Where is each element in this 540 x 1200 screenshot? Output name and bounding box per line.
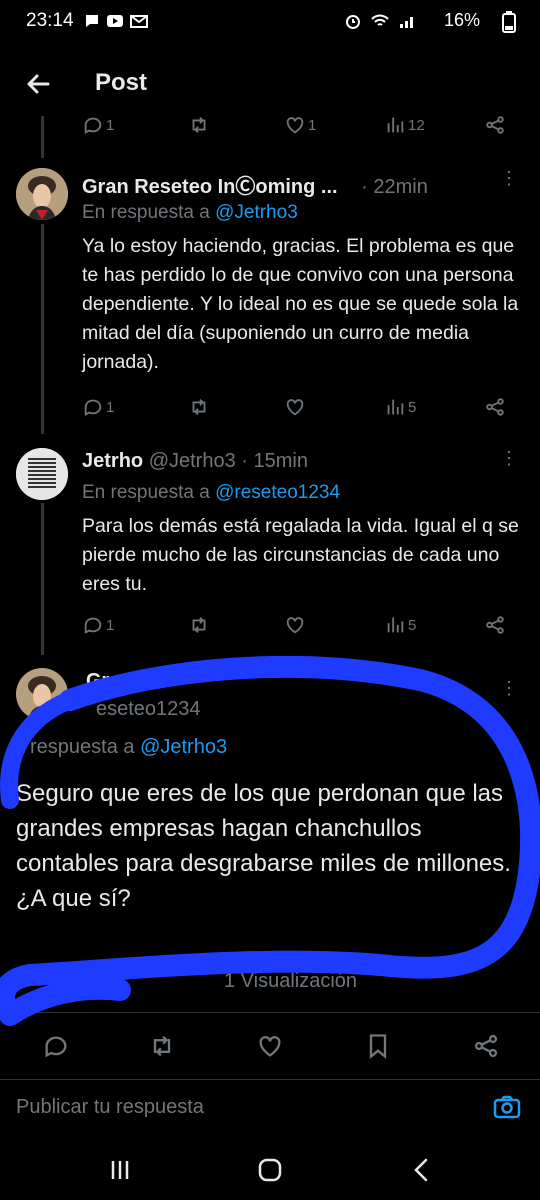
back-arrow-icon[interactable] — [22, 68, 54, 100]
status-time: 23:14 — [26, 10, 74, 31]
like-button[interactable]: 1 — [284, 114, 316, 136]
views-button[interactable]: 5 — [384, 614, 416, 636]
views-icon — [387, 617, 404, 633]
share-icon — [486, 616, 504, 634]
avatar[interactable] — [16, 168, 68, 220]
post-header: Post — [0, 52, 540, 116]
retweet-icon — [192, 117, 206, 133]
retweet-icon — [192, 617, 206, 633]
author-handle-row: eseteo1234 — [96, 698, 201, 721]
more-options-icon[interactable]: ⋮ — [500, 678, 518, 699]
thread-line — [41, 503, 44, 655]
more-options-icon[interactable]: ⋮ — [500, 448, 518, 469]
home-icon[interactable] — [256, 1156, 284, 1184]
back-icon[interactable] — [408, 1156, 436, 1184]
heart-icon — [286, 617, 304, 634]
divider — [0, 1012, 540, 1013]
message-icon — [86, 15, 98, 27]
system-icons — [344, 12, 416, 30]
share-button[interactable] — [484, 614, 506, 636]
author-handle[interactable]: @Jetrho3 — [149, 450, 236, 472]
tweet-time: · 15min — [241, 450, 308, 472]
retweet-button[interactable] — [188, 114, 210, 136]
reply-context: En respuesta a @Jetrho3 — [82, 202, 298, 223]
more-options-icon[interactable]: ⋮ — [500, 168, 518, 189]
page-title: Post — [95, 69, 148, 96]
reply-context: respuesta a @Jetrho3 — [30, 736, 228, 758]
tweet-header: Gran Reseteo InⒸoming ... · 22min — [82, 170, 428, 199]
heart-icon — [286, 399, 304, 416]
views-button[interactable]: 12 — [384, 114, 425, 136]
tweet-time: · 22min — [361, 176, 428, 198]
wifi-icon — [371, 14, 389, 26]
tweet-header: Jetrho @Jetrho3 · 15min — [82, 450, 308, 473]
status-bar: 23:14 16% — [0, 0, 540, 44]
tweet-header: Gran — [86, 670, 133, 693]
heart-icon — [286, 117, 304, 134]
striped-avatar-icon — [16, 448, 68, 500]
reply-icon[interactable] — [42, 1032, 70, 1060]
author-name[interactable]: Gran Reseteo InⒸoming ... — [82, 176, 338, 198]
reply-context: En respuesta a @reseteo1234 — [82, 482, 341, 503]
mention-link[interactable]: @Jetrho3 — [215, 202, 298, 223]
portrait-avatar-icon — [16, 168, 68, 220]
like-button[interactable] — [284, 396, 306, 418]
views-button[interactable]: 5 — [384, 396, 416, 418]
recent-apps-icon[interactable] — [106, 1156, 134, 1184]
reply-composer[interactable]: Publicar tu respuesta — [0, 1079, 540, 1136]
thread-line — [41, 116, 44, 158]
reply-icon — [84, 117, 102, 134]
thread-line — [41, 224, 44, 434]
notification-icons — [84, 13, 148, 29]
mention-link[interactable]: @reseteo1234 — [215, 482, 340, 503]
views-icon — [387, 117, 404, 133]
main-tweet-actions — [0, 1024, 540, 1068]
share-button[interactable] — [484, 396, 506, 418]
reply-button[interactable]: 1 — [82, 396, 114, 418]
camera-icon[interactable] — [492, 1092, 522, 1122]
bookmark-icon[interactable] — [364, 1032, 392, 1060]
tweet-text: Seguro que eres de los que perdonan que … — [16, 780, 511, 912]
retweet-button[interactable] — [188, 614, 210, 636]
portrait-avatar-icon — [16, 668, 68, 720]
avatar[interactable] — [16, 448, 68, 500]
reply-button[interactable]: 1 — [82, 614, 114, 636]
share-button[interactable] — [484, 114, 506, 136]
battery-level: 16% — [443, 10, 480, 30]
retweet-icon[interactable] — [148, 1032, 176, 1060]
share-icon — [486, 116, 504, 134]
author-name[interactable]: Jetrho — [82, 450, 143, 472]
share-icon[interactable] — [472, 1032, 500, 1060]
tweet-text: Para los demás está regalada la vida. Ig… — [82, 515, 519, 595]
reply-button[interactable]: 1 — [82, 114, 114, 136]
mention-link[interactable]: @Jetrho3 — [140, 736, 227, 758]
alarm-icon — [346, 15, 360, 29]
tweet-text: Ya lo estoy haciendo, gracias. El proble… — [82, 235, 519, 373]
share-icon — [486, 398, 504, 416]
author-name[interactable]: Gran — [86, 670, 133, 692]
youtube-icon — [107, 15, 123, 27]
retweet-button[interactable] — [188, 396, 210, 418]
heart-icon[interactable] — [256, 1032, 284, 1060]
reply-input[interactable]: Publicar tu respuesta — [16, 1096, 204, 1119]
battery-icon — [502, 11, 516, 33]
reply-icon — [84, 399, 102, 416]
reply-icon — [84, 617, 102, 634]
system-nav-bar — [0, 1138, 540, 1200]
signal-icon — [400, 17, 413, 28]
mail-icon — [130, 15, 148, 28]
like-button[interactable] — [284, 614, 306, 636]
views-icon — [387, 399, 404, 415]
author-handle[interactable]: eseteo1234 — [96, 698, 201, 720]
retweet-icon — [192, 399, 206, 415]
tweet-meta: 1 Visualización — [224, 970, 358, 992]
avatar[interactable] — [16, 668, 68, 720]
